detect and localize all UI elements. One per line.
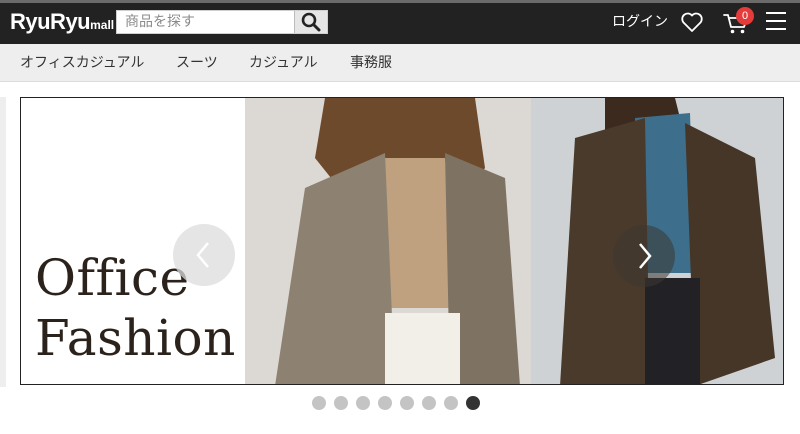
chevron-right-icon bbox=[639, 243, 652, 269]
carousel-dot-4[interactable] bbox=[378, 396, 392, 410]
carousel-pagination bbox=[312, 396, 480, 410]
category-suits[interactable]: スーツ bbox=[176, 54, 218, 72]
category-nav: オフィスカジュアル スーツ カジュアル 事務服 bbox=[0, 44, 800, 82]
category-office-casual[interactable]: オフィスカジュアル bbox=[20, 54, 144, 72]
search-input[interactable] bbox=[117, 11, 295, 33]
carousel-dot-6[interactable] bbox=[422, 396, 436, 410]
chevron-left-icon bbox=[196, 242, 209, 268]
banner-photo bbox=[245, 98, 783, 384]
search-box bbox=[116, 10, 328, 34]
carousel-dot-3[interactable] bbox=[356, 396, 370, 410]
logo-sub-text: mall bbox=[90, 18, 115, 32]
header-top-strip bbox=[0, 0, 800, 3]
carousel-dot-1[interactable] bbox=[312, 396, 326, 410]
carousel-prev-button[interactable] bbox=[173, 224, 235, 286]
heart-icon[interactable] bbox=[680, 11, 704, 33]
banner-headline-line2: Fashion bbox=[35, 309, 236, 367]
carousel-next-button[interactable] bbox=[613, 225, 675, 287]
hamburger-menu-icon[interactable] bbox=[766, 12, 788, 32]
search-icon bbox=[301, 12, 321, 32]
category-casual[interactable]: カジュアル bbox=[249, 54, 318, 72]
previous-slide-peek bbox=[0, 97, 6, 387]
login-link[interactable]: ログイン bbox=[612, 13, 668, 31]
logo-main-text: RyuRyu bbox=[10, 9, 91, 34]
category-office-uniform[interactable]: 事務服 bbox=[350, 54, 392, 72]
site-logo[interactable]: RyuRyumall bbox=[10, 9, 114, 38]
site-header: RyuRyumall ログイン 0 bbox=[0, 0, 800, 44]
carousel-dot-5[interactable] bbox=[400, 396, 414, 410]
carousel-dot-2[interactable] bbox=[334, 396, 348, 410]
carousel-dot-7[interactable] bbox=[444, 396, 458, 410]
cart-count-badge: 0 bbox=[736, 7, 754, 25]
hero-carousel: Office Fashion bbox=[0, 83, 800, 387]
search-button[interactable] bbox=[294, 11, 327, 33]
carousel-dot-8[interactable] bbox=[466, 396, 480, 410]
banner-slide[interactable]: Office Fashion bbox=[20, 97, 784, 385]
